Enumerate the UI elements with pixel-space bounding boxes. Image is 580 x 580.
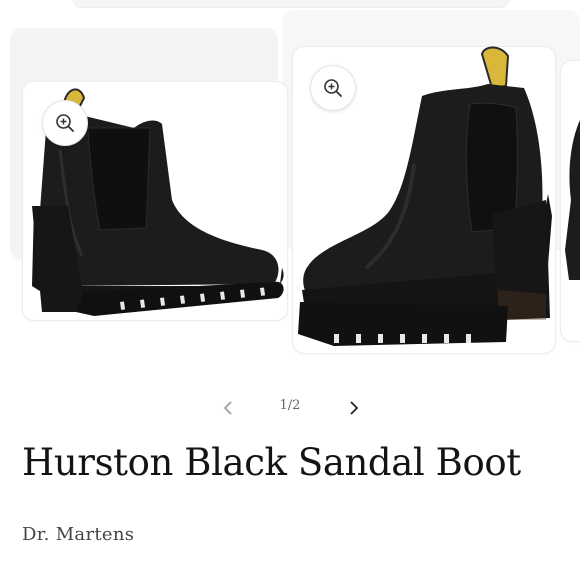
zoom-in-icon	[56, 114, 74, 132]
zoom-button[interactable]	[42, 100, 88, 146]
previous-image-button[interactable]	[214, 394, 242, 422]
product-brand[interactable]: Dr. Martens	[22, 524, 134, 545]
next-image-button[interactable]	[340, 394, 368, 422]
search-bar-edge	[72, 0, 510, 8]
zoom-button[interactable]	[310, 65, 356, 111]
product-title: Hurston Black Sandal Boot	[22, 441, 521, 484]
image-counter: 1/2	[279, 398, 301, 413]
zoom-in-icon	[324, 79, 342, 97]
product-image-3	[565, 120, 580, 280]
gallery-pager: 1/2	[0, 394, 580, 422]
chevron-right-icon	[350, 401, 359, 415]
chevron-left-icon	[223, 401, 232, 415]
